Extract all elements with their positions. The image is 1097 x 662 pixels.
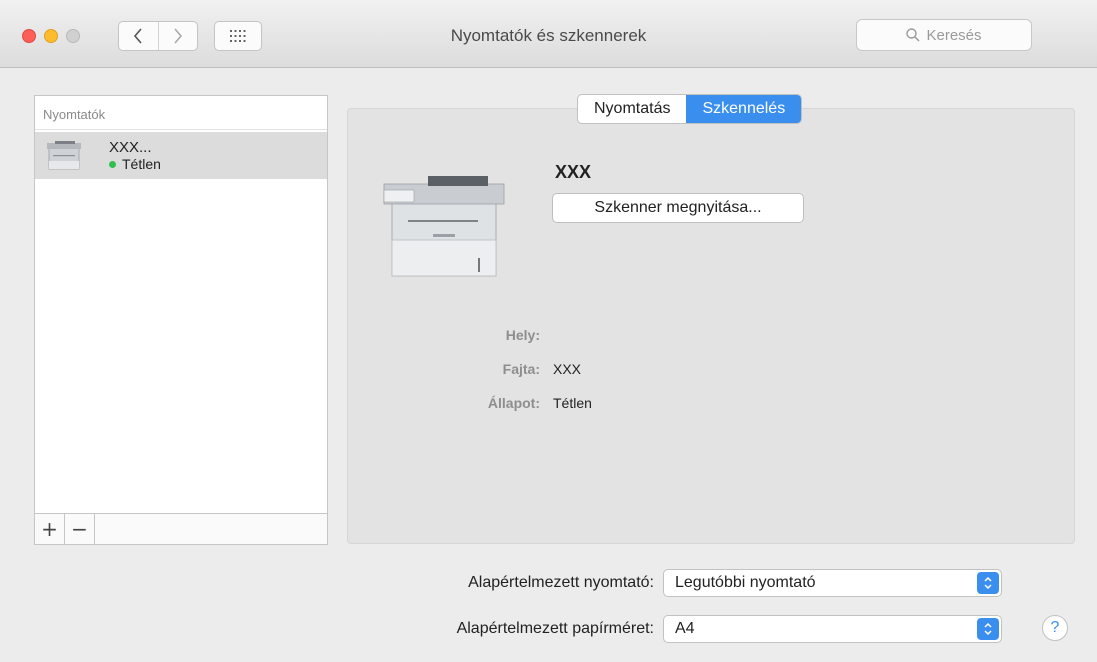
- location-label: Hely:: [505, 327, 540, 343]
- preferences-window: Nyomtatók és szkennerek Keresés Nyomtató…: [0, 0, 1097, 662]
- stepper-arrows-icon: [977, 572, 999, 594]
- minimize-window-button[interactable]: [44, 29, 58, 43]
- remove-printer-button[interactable]: −: [65, 514, 95, 544]
- printer-status-text: Tétlen: [122, 156, 161, 172]
- grid-icon: [230, 30, 246, 42]
- printer-device-icon: [383, 176, 505, 277]
- forward-button[interactable]: [157, 22, 198, 50]
- back-forward-group: [118, 21, 198, 51]
- default-paper-label: Alapértelmezett papírméret:: [456, 620, 654, 637]
- tab-bar: Nyomtatás Szkennelés: [577, 94, 803, 124]
- status-value: Tétlen: [553, 395, 592, 411]
- printer-list-header: Nyomtatók: [35, 96, 327, 130]
- default-printer-value: Legutóbbi nyomtató: [675, 574, 816, 591]
- printer-list-item[interactable]: XXX... Tétlen: [35, 132, 327, 179]
- add-printer-button[interactable]: +: [35, 514, 65, 544]
- search-field[interactable]: Keresés: [856, 19, 1032, 51]
- stepper-arrows-icon: [977, 618, 999, 640]
- status-dot-icon: [109, 160, 116, 168]
- chevron-right-icon: [174, 28, 182, 44]
- default-paper-value: A4: [675, 620, 695, 637]
- tab-print[interactable]: Nyomtatás: [578, 95, 686, 123]
- tab-scan[interactable]: Szkennelés: [686, 95, 802, 123]
- show-all-button[interactable]: [214, 21, 262, 51]
- printer-status: Tétlen: [109, 156, 161, 172]
- printer-thumbnail-icon: [47, 140, 81, 169]
- chevron-left-icon: [134, 28, 142, 44]
- printer-list: Nyomtatók XXX... Tétlen + −: [34, 95, 328, 545]
- status-label: Állapot:: [487, 395, 540, 411]
- default-printer-popup[interactable]: Legutóbbi nyomtató: [663, 569, 1002, 597]
- search-icon: [906, 28, 921, 42]
- zoom-window-button[interactable]: [66, 29, 80, 43]
- open-scanner-button[interactable]: Szkenner megnyitása...: [552, 193, 804, 223]
- kind-label: Fajta:: [502, 361, 540, 377]
- printer-list-footer: + −: [35, 513, 327, 544]
- default-paper-popup[interactable]: A4: [663, 615, 1002, 643]
- kind-value: XXX: [553, 361, 582, 377]
- back-button[interactable]: [119, 22, 158, 50]
- help-button[interactable]: ?: [1042, 615, 1068, 641]
- printer-name: XXX...: [109, 139, 152, 156]
- close-window-button[interactable]: [22, 29, 36, 43]
- title-bar: Nyomtatók és szkennerek Keresés: [0, 0, 1097, 68]
- device-name: XXX: [555, 162, 592, 182]
- default-printer-label: Alapértelmezett nyomtató:: [468, 574, 654, 591]
- search-placeholder: Keresés: [926, 26, 982, 44]
